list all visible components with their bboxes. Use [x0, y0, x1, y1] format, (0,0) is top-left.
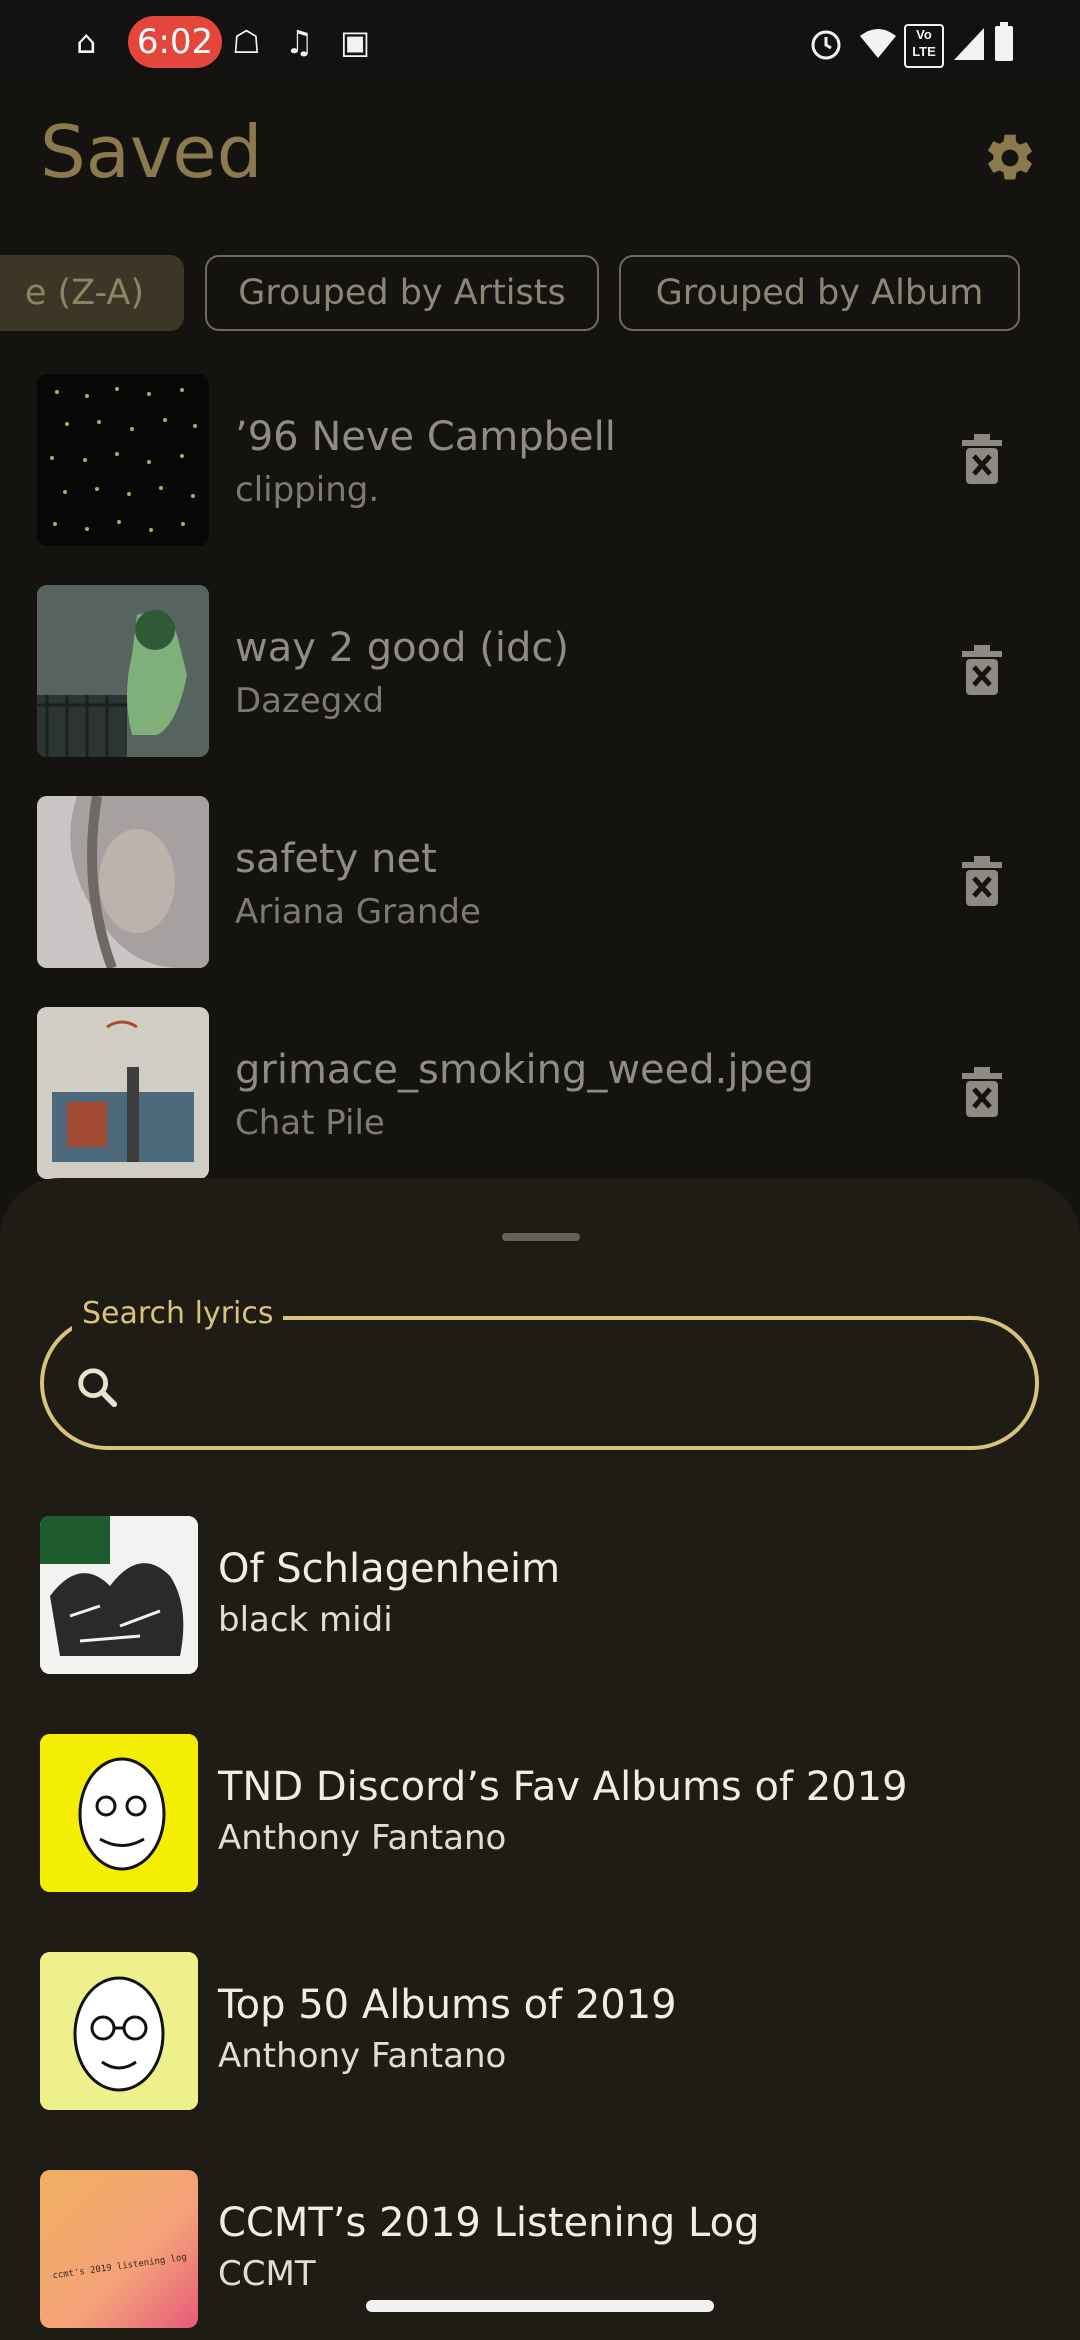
album-title: TND Discord’s Fav Albums of 2019 [218, 1764, 908, 1810]
album-artist: Anthony Fantano [218, 2036, 507, 2076]
album-title: Top 50 Albums of 2019 [218, 1982, 677, 2028]
cat-icon: ☖ [232, 23, 261, 61]
album-row[interactable]: Of Schlagenheim black midi [0, 1516, 1080, 1676]
bottom-sheet: Search lyrics Of Schlagenheim black midi [0, 1178, 1080, 2340]
album-artist: black midi [218, 1600, 393, 1640]
song-title: way 2 good (idc) [235, 625, 569, 671]
song-title: grimace_smoking_weed.jpeg [235, 1047, 814, 1093]
status-bar: ⌂ 6:02 ☖ ♫ ▣ Vo LTE [0, 0, 1080, 76]
chip-grouped-by-album[interactable]: Grouped by Album [619, 255, 1020, 331]
album-art [37, 585, 209, 757]
album-row[interactable]: TND Discord’s Fav Albums of 2019 Anthony… [0, 1734, 1080, 1894]
gesture-nav-bar[interactable] [366, 2300, 714, 2312]
page-title: Saved [40, 110, 263, 194]
song-artist: Dazegxd [235, 681, 385, 721]
alarm-icon [811, 30, 841, 60]
gear-icon[interactable] [982, 130, 1038, 186]
album-art [37, 796, 209, 968]
song-artist: Chat Pile [235, 1103, 385, 1143]
delete-icon[interactable] [962, 1067, 1002, 1117]
saved-song-row[interactable]: way 2 good (idc) Dazegxd [0, 585, 1080, 760]
delete-icon[interactable] [962, 434, 1002, 484]
signal-icon [954, 28, 984, 60]
album-art [37, 1007, 209, 1179]
song-title: ’96 Neve Campbell [235, 414, 616, 460]
song-artist: Ariana Grande [235, 892, 481, 932]
volte-icon: Vo LTE [904, 24, 944, 68]
delete-icon[interactable] [962, 645, 1002, 695]
search-icon [78, 1368, 118, 1408]
battery-icon [995, 22, 1013, 61]
saved-song-row[interactable]: safety net Ariana Grande [0, 796, 1080, 971]
song-title: safety net [235, 836, 437, 882]
album-art [40, 1516, 198, 1674]
album-row[interactable]: Top 50 Albums of 2019 Anthony Fantano [0, 1952, 1080, 2112]
album-title: Of Schlagenheim [218, 1546, 561, 1592]
saved-song-row[interactable]: ’96 Neve Campbell clipping. [0, 374, 1080, 549]
search-input[interactable] [40, 1316, 1039, 1450]
hat-icon: ⌂ [76, 23, 97, 61]
album-art: ccmt's 2019 listening log [40, 2170, 198, 2328]
album-art-text: ccmt's 2019 listening log [51, 2252, 188, 2282]
album-art [40, 1734, 198, 1892]
saved-song-row[interactable]: grimace_smoking_weed.jpeg Chat Pile [0, 1007, 1080, 1182]
album-art [40, 1952, 198, 2110]
album-art [37, 374, 209, 546]
album-artist: Anthony Fantano [218, 1818, 507, 1858]
album-title: CCMT’s 2019 Listening Log [218, 2200, 760, 2246]
sim-icon: ▣ [340, 23, 371, 61]
wifi-icon [860, 29, 896, 58]
sync-icon: ♫ [285, 23, 314, 61]
search-label: Search lyrics [72, 1296, 284, 1331]
delete-icon[interactable] [962, 856, 1002, 906]
drag-handle[interactable] [502, 1233, 580, 1241]
song-artist: clipping. [235, 470, 380, 510]
status-time: 6:02 [128, 16, 222, 68]
chip-sort-z-a[interactable]: e (Z-A) [0, 255, 184, 331]
chip-grouped-by-artists[interactable]: Grouped by Artists [205, 255, 599, 331]
sort-chips: e (Z-A) Grouped by Artists Grouped by Al… [0, 255, 1080, 335]
album-artist: CCMT [218, 2254, 316, 2294]
